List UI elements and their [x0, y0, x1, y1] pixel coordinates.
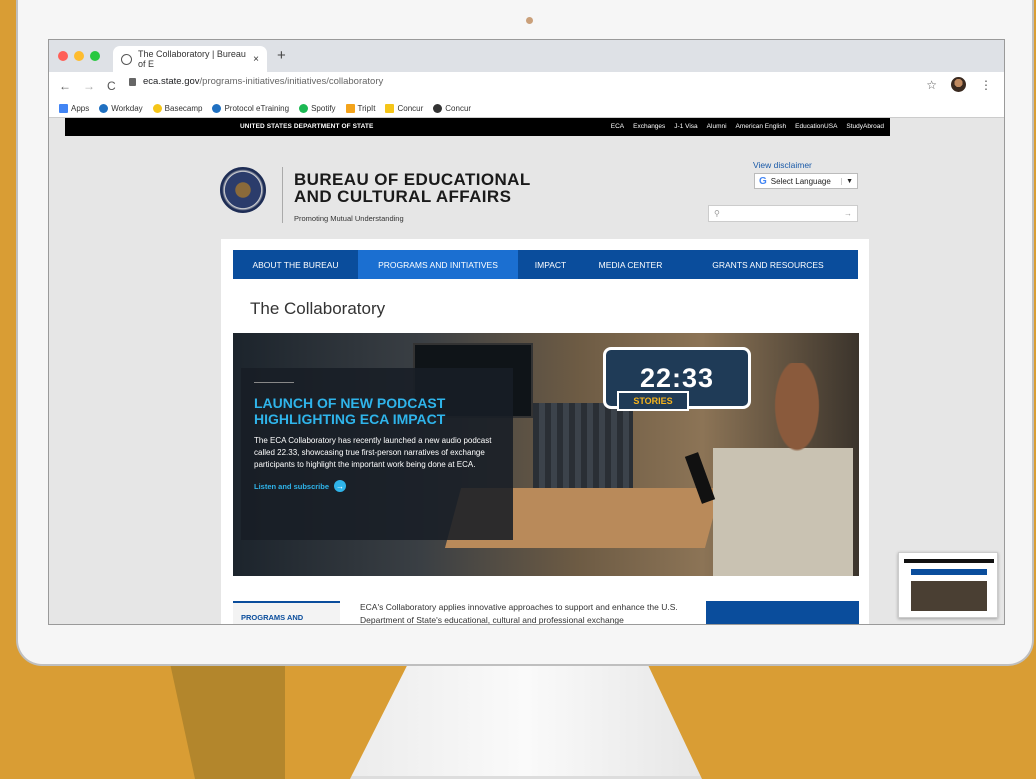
web-page: UNITED STATES DEPARTMENT OF STATE ECA Ex… — [49, 118, 1004, 625]
forward-arrow-icon[interactable]: → — [83, 79, 95, 93]
hero-body: The ECA Collaboratory has recently launc… — [254, 436, 492, 469]
nav-programs-and-initiatives[interactable]: PROGRAMS AND INITIATIVES — [358, 250, 518, 279]
top-link-exchanges[interactable]: Exchanges — [633, 123, 665, 130]
top-link-educationusa[interactable]: EducationUSA — [795, 123, 837, 130]
bookmark-label: Spotify — [311, 103, 336, 113]
bookmark-apps[interactable]: Apps — [59, 103, 90, 113]
top-link-alumni[interactable]: Alumni — [707, 123, 727, 130]
bookmark-tripit[interactable]: TripIt — [345, 103, 376, 113]
header-divider — [282, 167, 283, 223]
top-link-j1-visa[interactable]: J-1 Visa — [674, 123, 697, 130]
top-link-american-english[interactable]: American English — [736, 123, 787, 130]
bookmarks-bar: Apps Workday Basecamp Protocol eTraining… — [49, 99, 1004, 118]
department-name[interactable]: UNITED STATES DEPARTMENT OF STATE — [240, 123, 373, 130]
hero-overlay: LAUNCH OF NEW PODCAST HIGHLIGHTING ECA I… — [241, 368, 513, 540]
monitor-frame: The Collaboratory | Bureau of E × + ← → … — [16, 0, 1034, 666]
bookmark-label: TripIt — [357, 103, 376, 113]
arrow-right-circle-icon: → — [334, 480, 347, 492]
maximize-window-button[interactable] — [90, 51, 100, 61]
google-icon: G — [759, 175, 767, 187]
state-department-seal-logo[interactable] — [220, 167, 266, 213]
impact-box[interactable]: COLLAB IMPACT — [706, 601, 859, 624]
language-select[interactable]: G Select Language ▼ — [754, 173, 858, 189]
bookmark-protocol-etraining[interactable]: Protocol eTraining — [212, 103, 290, 113]
listen-and-subscribe-link[interactable]: Listen and subscribe → — [254, 480, 500, 492]
top-link-studyabroad[interactable]: StudyAbroad — [846, 123, 884, 130]
back-arrow-icon[interactable]: ← — [59, 79, 71, 93]
protocol-icon — [212, 103, 222, 113]
thumbnail-hero — [911, 581, 987, 611]
spotify-icon — [299, 103, 309, 113]
tagline: Promoting Mutual Understanding — [294, 214, 404, 223]
url-host: eca.state.gov — [143, 76, 200, 87]
tab-title: The Collaboratory | Bureau of E — [138, 49, 246, 69]
globe-icon — [433, 103, 443, 113]
lock-icon — [129, 77, 136, 86]
bookmark-basecamp[interactable]: Basecamp — [152, 103, 203, 113]
bookmark-concur-1[interactable]: Concur — [385, 103, 424, 113]
view-disclaimer-link[interactable]: View disclaimer — [753, 160, 812, 170]
bookmark-label: Protocol eTraining — [224, 103, 290, 113]
url-field[interactable]: eca.state.gov/programs-initiatives/initi… — [129, 76, 383, 87]
tab-strip: The Collaboratory | Bureau of E × + — [49, 40, 1004, 72]
content-card: ABOUT THE BUREAU PROGRAMS AND INITIATIVE… — [221, 239, 869, 625]
bureau-name-line1: BUREAU OF EDUCATIONAL — [294, 170, 531, 189]
nav-media-center[interactable]: MEDIA CENTER — [583, 250, 678, 279]
bookmark-concur-2[interactable]: Concur — [433, 103, 472, 113]
nav-grants-and-resources[interactable]: GRANTS AND RESOURCES — [678, 250, 858, 279]
nav-impact[interactable]: IMPACT — [518, 250, 583, 279]
thumbnail-topbar — [904, 559, 994, 563]
screenshot-thumbnail[interactable] — [898, 552, 998, 618]
bureau-name-line2: AND CULTURAL AFFAIRS — [294, 187, 512, 206]
workday-icon — [99, 103, 109, 113]
top-link-eca[interactable]: ECA — [611, 123, 624, 130]
main-nav: ABOUT THE BUREAU PROGRAMS AND INITIATIVE… — [233, 250, 858, 279]
basecamp-icon — [152, 103, 162, 113]
listen-label: Listen and subscribe — [254, 481, 330, 491]
site-search-input[interactable]: ⚲ → — [708, 205, 858, 222]
browser-window: The Collaboratory | Bureau of E × + ← → … — [48, 39, 1005, 625]
search-icon: ⚲ — [714, 209, 720, 218]
hero-banner: 22:33 STORIES LAUNCH OF NEW PODCAST HIGH… — [233, 333, 859, 576]
page-title: The Collaboratory — [250, 299, 386, 318]
minimize-window-button[interactable] — [74, 51, 84, 61]
intro-paragraph: ECA's Collaboratory applies innovative a… — [360, 602, 678, 625]
bookmark-label: Workday — [111, 103, 143, 113]
browser-menu-icon[interactable]: ⋮ — [980, 78, 992, 92]
bureau-name[interactable]: BUREAU OF EDUCATIONAL AND CULTURAL AFFAI… — [294, 171, 531, 205]
podcast-logo-stories: STORIES — [617, 391, 689, 411]
bookmark-label: Basecamp — [164, 103, 203, 113]
bookmark-label: Concur — [397, 103, 424, 113]
apps-grid-icon — [59, 103, 68, 113]
globe-icon — [121, 53, 132, 65]
concur-icon — [385, 103, 395, 113]
bookmark-workday[interactable]: Workday — [99, 103, 143, 113]
overlay-rule — [254, 382, 294, 383]
language-label: Select Language — [770, 176, 831, 186]
address-bar-row: ← → C eca.state.gov/programs-initiatives… — [49, 72, 1004, 99]
url-path: /programs-initiatives/initiatives/collab… — [199, 76, 384, 87]
thumbnail-nav — [911, 569, 987, 575]
bookmark-label: Apps — [71, 103, 90, 113]
department-bar: UNITED STATES DEPARTMENT OF STATE ECA Ex… — [65, 118, 890, 136]
bookmark-label: Concur — [445, 103, 472, 113]
profile-avatar[interactable] — [951, 77, 966, 92]
nav-about-the-bureau[interactable]: ABOUT THE BUREAU — [233, 250, 358, 279]
tripit-icon — [345, 103, 355, 113]
hero-headline: LAUNCH OF NEW PODCAST HIGHLIGHTING ECA I… — [254, 395, 446, 427]
monitor-stand — [350, 660, 702, 779]
reload-icon[interactable]: C — [107, 79, 116, 93]
webcam — [526, 17, 533, 24]
browser-tab[interactable]: The Collaboratory | Bureau of E × — [113, 46, 267, 72]
sidebar-programs-heading[interactable]: PROGRAMS AND — [233, 601, 340, 624]
tab-close-icon[interactable]: × — [253, 54, 259, 65]
new-tab-button[interactable]: + — [277, 47, 286, 64]
dropdown-arrow-icon: ▼ — [841, 177, 857, 185]
close-window-button[interactable] — [58, 51, 68, 61]
search-submit-arrow-icon[interactable]: → — [844, 209, 852, 218]
bookmark-star-icon[interactable]: ☆ — [926, 78, 937, 92]
bookmark-spotify[interactable]: Spotify — [299, 103, 336, 113]
